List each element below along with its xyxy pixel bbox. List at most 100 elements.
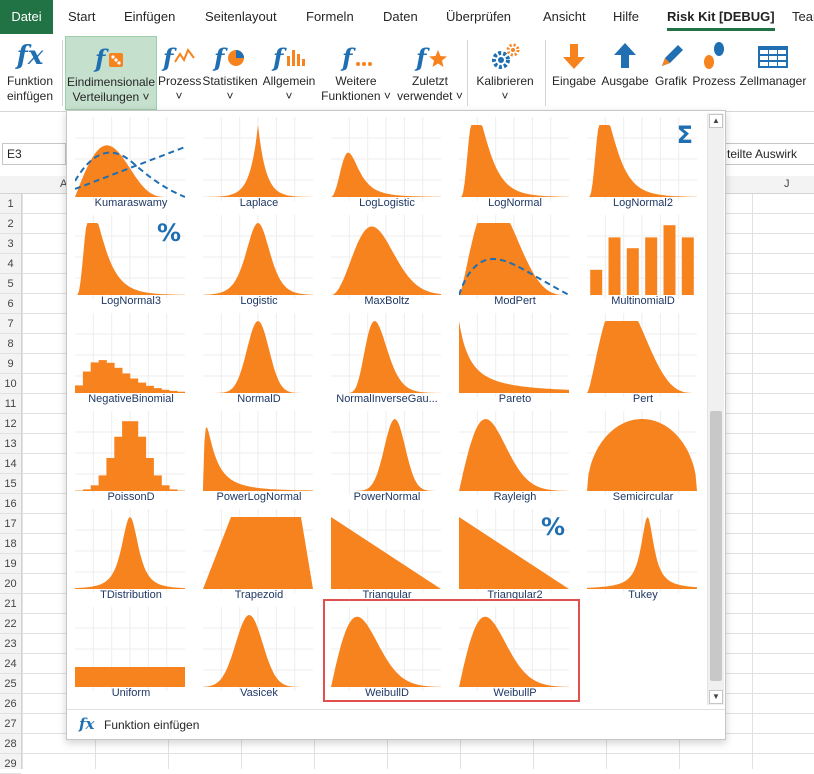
distribution-label: Uniform	[67, 687, 195, 699]
gallery-scrollbar[interactable]: ▲ ▼	[707, 113, 724, 705]
row-header[interactable]: 2	[0, 214, 21, 234]
row-header[interactable]: 22	[0, 614, 21, 634]
row-header[interactable]: 8	[0, 334, 21, 354]
row-header[interactable]: 10	[0, 374, 21, 394]
row-header[interactable]: 18	[0, 534, 21, 554]
recently-used-button[interactable]: f Zuletzt verwendet ˅	[395, 36, 465, 110]
distribution-item-tdistribution[interactable]: TDistribution	[67, 509, 195, 605]
row-header[interactable]: 6	[0, 294, 21, 314]
distribution-item-tukey[interactable]: Tukey	[579, 509, 707, 605]
row-header[interactable]: 19	[0, 554, 21, 574]
distribution-item-lognormal2[interactable]: ΣLogNormal2	[579, 117, 707, 213]
recent-label-1: Zuletzt	[395, 74, 465, 89]
calibrate-button[interactable]: Kalibrieren ˅	[472, 36, 538, 110]
ribbon-separator	[467, 40, 468, 106]
distribution-item-negativebinomial[interactable]: NegativeBinomial	[67, 313, 195, 409]
distribution-item-normalinversegau[interactable]: NormalInverseGau...	[323, 313, 451, 409]
distribution-thumbnail-triangular2: %	[459, 509, 569, 593]
column-header[interactable]: J	[784, 178, 790, 190]
row-header[interactable]: 27	[0, 714, 21, 734]
distribution-thumbnail-negativebinomial	[75, 313, 185, 397]
process-steps-label: Prozess	[692, 74, 736, 89]
distribution-item-lognormal[interactable]: LogNormal	[451, 117, 579, 213]
distribution-item-uniform[interactable]: Uniform	[67, 607, 195, 703]
tab-seitenlayout[interactable]: Seitenlayout	[205, 0, 277, 34]
tab-überprüfen[interactable]: Überprüfen	[446, 0, 511, 34]
distribution-item-trapezoid[interactable]: Trapezoid	[195, 509, 323, 605]
univariate-distributions-button[interactable]: f Eindimensionale Verteilungen ˅	[65, 36, 157, 110]
distribution-item-modpert[interactable]: ModPert	[451, 215, 579, 311]
row-header[interactable]: 28	[0, 734, 21, 754]
row-header[interactable]: 17	[0, 514, 21, 534]
distribution-item-normald[interactable]: NormalD	[195, 313, 323, 409]
insert-function-footer[interactable]: fx Funktion einfügen	[67, 709, 725, 739]
distribution-item-pareto[interactable]: Pareto	[451, 313, 579, 409]
row-header[interactable]: 13	[0, 434, 21, 454]
distribution-item-loglogistic[interactable]: LogLogistic	[323, 117, 451, 213]
distribution-item-vasicek[interactable]: Vasicek	[195, 607, 323, 703]
tab-daten[interactable]: Daten	[383, 0, 418, 34]
svg-text:%: %	[541, 513, 565, 541]
formula-bar[interactable]: teilte Auswirk	[720, 143, 814, 165]
statistics-button[interactable]: f Statistiken ˅	[202, 36, 258, 110]
row-header[interactable]: 16	[0, 494, 21, 514]
tab-ansicht[interactable]: Ansicht	[543, 0, 586, 34]
row-header[interactable]: 21	[0, 594, 21, 614]
distribution-item-pert[interactable]: Pert	[579, 313, 707, 409]
distribution-item-triangular[interactable]: Triangular	[323, 509, 451, 605]
distribution-item-kumaraswamy[interactable]: Kumaraswamy	[67, 117, 195, 213]
tab-hilfe[interactable]: Hilfe	[613, 0, 639, 34]
row-header[interactable]: 25	[0, 674, 21, 694]
process-button[interactable]: f Prozess ˅	[158, 36, 200, 110]
row-header[interactable]: 14	[0, 454, 21, 474]
row-header[interactable]: 24	[0, 654, 21, 674]
scroll-up-icon[interactable]: ▲	[709, 114, 723, 128]
graph-button[interactable]: Grafik	[652, 36, 690, 110]
distribution-item-multinomiald[interactable]: MultinomialD	[579, 215, 707, 311]
input-button[interactable]: Eingabe	[550, 36, 598, 110]
distribution-item-maxboltz[interactable]: MaxBoltz	[323, 215, 451, 311]
tab-tean[interactable]: Tean	[792, 0, 814, 34]
tab-risk-kit-debug[interactable]: Risk Kit [DEBUG]	[667, 0, 775, 34]
ribbon-separator	[545, 40, 546, 106]
distribution-item-rayleigh[interactable]: Rayleigh	[451, 411, 579, 507]
row-header[interactable]: 3	[0, 234, 21, 254]
row-header[interactable]: 4	[0, 254, 21, 274]
row-header[interactable]: 7	[0, 314, 21, 334]
distribution-item-lognormal3[interactable]: %LogNormal3	[67, 215, 195, 311]
distribution-label: Trapezoid	[195, 589, 323, 601]
tab-start[interactable]: Start	[68, 0, 95, 34]
row-header[interactable]: 26	[0, 694, 21, 714]
insert-function-button[interactable]: fx Funktion einfügen	[2, 36, 58, 110]
scroll-down-icon[interactable]: ▼	[709, 690, 723, 704]
cell-manager-button[interactable]: Zellmanager	[738, 36, 808, 110]
row-header[interactable]: 5	[0, 274, 21, 294]
footer-label: Funktion einfügen	[104, 718, 199, 732]
distribution-item-logistic[interactable]: Logistic	[195, 215, 323, 311]
row-header[interactable]: 9	[0, 354, 21, 374]
row-header[interactable]: 29	[0, 754, 21, 774]
distribution-thumbnail-maxboltz	[331, 215, 441, 299]
distribution-item-laplace[interactable]: Laplace	[195, 117, 323, 213]
general-button[interactable]: f Allgemein ˅	[259, 36, 319, 110]
name-box[interactable]: E3	[2, 143, 66, 165]
svg-text:%: %	[157, 219, 181, 247]
tab-datei[interactable]: Datei	[0, 0, 53, 34]
distribution-item-powernormal[interactable]: PowerNormal	[323, 411, 451, 507]
row-header[interactable]: 20	[0, 574, 21, 594]
row-header[interactable]: 23	[0, 634, 21, 654]
scrollbar-thumb[interactable]	[710, 411, 722, 681]
distribution-item-poissond[interactable]: PoissonD	[67, 411, 195, 507]
row-header[interactable]: 11	[0, 394, 21, 414]
output-button[interactable]: Ausgabe	[600, 36, 650, 110]
tab-einfügen[interactable]: Einfügen	[124, 0, 175, 34]
row-header[interactable]: 1	[0, 194, 21, 214]
tab-formeln[interactable]: Formeln	[306, 0, 354, 34]
distribution-item-triangular2[interactable]: %Triangular2	[451, 509, 579, 605]
more-functions-button[interactable]: f Weitere Funktionen ˅	[320, 36, 392, 110]
row-header[interactable]: 15	[0, 474, 21, 494]
row-header[interactable]: 12	[0, 414, 21, 434]
distribution-item-powerlognormal[interactable]: PowerLogNormal	[195, 411, 323, 507]
distribution-item-semicircular[interactable]: Semicircular	[579, 411, 707, 507]
process-steps-button[interactable]: Prozess	[692, 36, 736, 110]
